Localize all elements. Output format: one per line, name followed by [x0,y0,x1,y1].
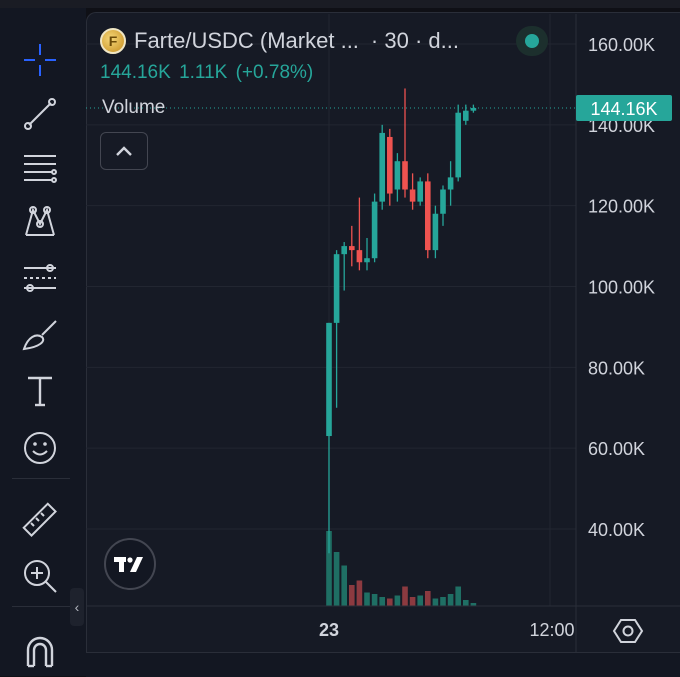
candle-body [417,181,423,202]
chevron-up-icon [116,146,132,156]
candle-body [402,161,408,190]
last-price-value: 144.16K [100,62,171,83]
candle-body [333,254,340,323]
y-tick-label: 80.00K [588,358,645,378]
y-tick-label: 100.00K [588,278,655,298]
collapse-indicators-button[interactable] [100,132,148,170]
tradingview-logo[interactable] [104,538,156,590]
volume-bar [394,595,401,606]
gear-icon[interactable] [612,615,644,647]
y-tick-label: 160.00K [588,35,655,55]
candle-body [447,177,454,190]
volume-bar [455,586,461,606]
tradingview-logo-icon [114,557,143,572]
change-value: 1.11K [179,62,228,83]
candle-body [455,112,461,178]
symbol-name[interactable]: Farte/USDC (Market ... [134,28,359,54]
volume-bar [341,565,347,606]
candle-body [425,181,431,251]
candle-body [409,189,416,202]
candle-body [326,322,332,437]
volume-bar [447,594,454,606]
candle-body [356,250,363,263]
price-legend: 144.16K 1.11K (+0.78%) [100,62,313,84]
candle-body [432,213,439,251]
status-dot-icon [525,34,539,48]
candle-body [463,110,469,121]
candle-body [470,108,477,111]
volume-bar [333,552,340,606]
candle-body [349,246,355,251]
candle-body [379,132,385,202]
volume-bar [425,591,431,606]
volume-bar [356,580,363,606]
symbol-legend[interactable]: F Farte/USDC (Market ... · 30 · d... [100,26,459,56]
y-tick-label: 120.00K [588,197,655,217]
x-tick-label: 23 [319,620,339,640]
volume-bar [440,597,446,606]
candle-body [387,136,393,194]
volume-bar [402,586,408,606]
y-tick-label: 60.00K [588,439,645,459]
volume-bar [463,600,469,606]
candle-body [394,161,401,190]
volume-bar [349,585,355,606]
y-tick-label: 40.00K [588,520,645,540]
change-percent: (+0.78%) [235,62,314,83]
x-tick-label: 12:00 [529,620,574,640]
candle-body [364,258,370,263]
candle-body [440,189,446,214]
volume-bar [379,597,385,606]
bottom-status-bar [86,652,680,677]
volume-bar [432,598,439,606]
coin-logo-icon: F [100,28,126,54]
volume-bar [387,598,393,606]
candle-body [341,246,347,255]
volume-bar [371,594,378,606]
volume-bar [409,597,416,606]
candle-body [371,201,378,259]
interval-label[interactable]: · 30 · d... [371,28,459,54]
market-status-indicator[interactable] [516,26,548,56]
last-price-tag-label: 144.16K [590,99,657,119]
volume-indicator-label[interactable]: Volume [102,97,165,119]
volume-bar [417,595,423,606]
volume-bar [364,592,370,606]
